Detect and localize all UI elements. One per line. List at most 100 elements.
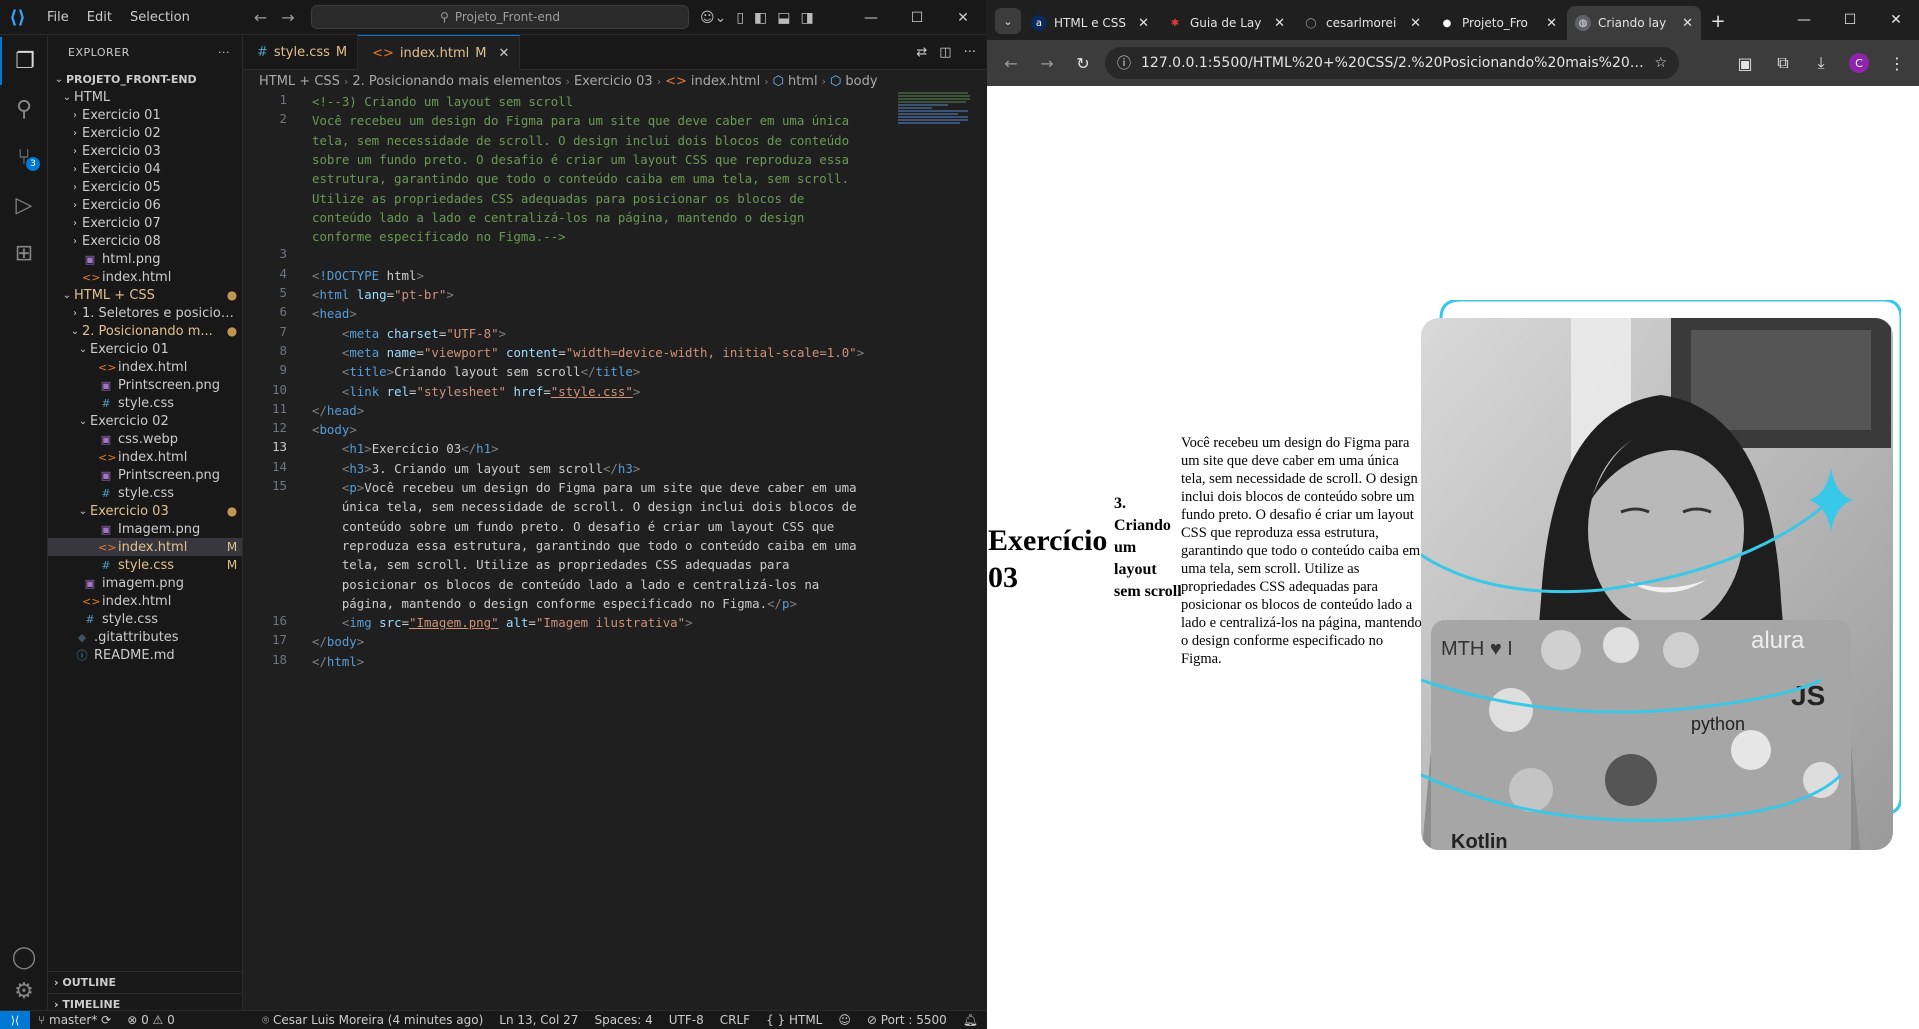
maximize-icon[interactable]: ☐	[1827, 0, 1873, 40]
tree-file[interactable]: ▣ html.png	[48, 250, 242, 268]
code-line[interactable]: Utilize as propriedades CSS adequadas pa…	[243, 189, 986, 208]
reload-icon[interactable]: ↻	[1065, 45, 1101, 81]
code-line[interactable]: 7 <meta charset="UTF-8">	[243, 324, 986, 343]
tree-folder[interactable]: › Exercicio 03	[48, 142, 242, 160]
tree-folder[interactable]: › Exercicio 05	[48, 178, 242, 196]
code-line[interactable]: 5 <html lang="pt-br">	[243, 285, 986, 304]
forward-arrow-icon[interactable]: →	[1029, 45, 1065, 81]
breadcrumb-item[interactable]: body	[845, 74, 877, 89]
tab-close-icon[interactable]: ✕	[1682, 16, 1693, 31]
code-line[interactable]: posicionar os blocos de conteúdo lado a …	[243, 575, 986, 594]
code-line[interactable]: 9 <title>Criando layout sem scroll</titl…	[243, 362, 986, 381]
tree-file[interactable]: # style.css	[48, 610, 242, 628]
browser-tab[interactable]: ◯ cesarlmorei ✕	[1295, 6, 1429, 40]
code-line[interactable]: conforme especificado no Figma.-->	[243, 227, 986, 246]
indentation[interactable]: Spaces: 4	[586, 1013, 660, 1027]
close-icon[interactable]: ✕	[940, 0, 986, 35]
tree-file[interactable]: # style.css	[48, 394, 242, 412]
cast-icon[interactable]: ▣	[1727, 45, 1763, 81]
tab-close-icon[interactable]: ✕	[1546, 16, 1557, 31]
encoding[interactable]: UTF-8	[661, 1013, 712, 1027]
site-info-icon[interactable]: ⓘ	[1117, 53, 1131, 73]
notifications-bell-icon[interactable]: 🔔︎	[955, 1013, 986, 1027]
tree-folder[interactable]: › Exercicio 02	[48, 124, 242, 142]
toggle-panel-icon[interactable]: ⬓	[777, 10, 790, 26]
tree-folder[interactable]: ⌄ Exercicio 03 ●	[48, 502, 242, 520]
tree-folder[interactable]: › Exercicio 06	[48, 196, 242, 214]
tree-file[interactable]: <> index.html	[48, 592, 242, 610]
code-line[interactable]: 6 <head>	[243, 304, 986, 323]
browser-tab[interactable]: ✱ Guia de Lay ✕	[1159, 6, 1293, 40]
git-blame-status[interactable]: ⌾ Cesar Luis Moreira (4 minutes ago)	[254, 1013, 491, 1028]
menu-selection[interactable]: Selection	[122, 6, 198, 29]
extensions-puzzle-icon[interactable]: ⧉	[1765, 45, 1801, 81]
tree-folder[interactable]: ⌄ PROJETO_FRONT-END	[48, 70, 242, 88]
toggle-secondary-sidebar-icon[interactable]: ◨	[801, 10, 814, 26]
copilot-icon[interactable]: ☺⌄	[700, 10, 726, 26]
tree-folder[interactable]: ⌄ HTML + CSS ●	[48, 286, 242, 304]
outline-section[interactable]: › OUTLINE	[48, 971, 242, 993]
language-mode[interactable]: { } HTML	[758, 1013, 830, 1027]
tree-folder[interactable]: ⌄ Exercicio 02	[48, 412, 242, 430]
code-line[interactable]: 15 <p>Você recebeu um design do Figma pa…	[243, 478, 986, 497]
breadcrumb-item[interactable]: Exercicio 03	[574, 74, 653, 89]
code-line[interactable]: 11 </head>	[243, 401, 986, 420]
chrome-menu-icon[interactable]: ⋮	[1879, 45, 1915, 81]
tree-folder[interactable]: ⌄ HTML	[48, 88, 242, 106]
tab-close-icon[interactable]: ✕	[498, 46, 509, 61]
remote-indicator-icon[interactable]: ⟩⟨	[0, 1010, 30, 1029]
tree-folder[interactable]: › Exercicio 08	[48, 232, 242, 250]
browser-tab[interactable]: a HTML e CSS ✕	[1023, 6, 1157, 40]
run-debug-icon[interactable]: ▷	[0, 181, 48, 229]
split-editor-icon[interactable]: ◫	[939, 45, 951, 60]
tab-close-icon[interactable]: ✕	[1274, 16, 1285, 31]
more-actions-icon[interactable]: ···	[964, 45, 976, 60]
code-line[interactable]: 3	[243, 246, 986, 265]
tree-file[interactable]: ▣ Imagem.png	[48, 520, 242, 538]
source-control-icon[interactable]: ⑂ 3	[0, 133, 48, 181]
code-line[interactable]: 8 <meta name="viewport" content="width=d…	[243, 343, 986, 362]
tree-file[interactable]: ◆ .gitattributes	[48, 628, 242, 646]
problems-status[interactable]: ⊗ 0 ⚠ 0	[119, 1013, 183, 1027]
browser-tab[interactable]: ● Projeto_Fro ✕	[1431, 6, 1565, 40]
open-changes-icon[interactable]: ⇄	[916, 45, 927, 60]
tree-folder[interactable]: ⌄ Exercicio 01	[48, 340, 242, 358]
back-arrow-icon[interactable]: ←	[254, 8, 267, 27]
code-line[interactable]: sobre um fundo preto. O desafio é criar …	[243, 150, 986, 169]
tree-file[interactable]: ▣ css.webp	[48, 430, 242, 448]
command-center-search[interactable]: ⚲ Projeto_Front-end	[311, 5, 689, 29]
breadcrumb-item[interactable]: index.html	[691, 74, 760, 89]
code-line[interactable]: conteúdo lado a lado e centralizá-los na…	[243, 208, 986, 227]
live-server-status[interactable]: ⊘ Port : 5500	[859, 1013, 955, 1027]
profile-avatar[interactable]: C	[1841, 45, 1877, 81]
code-line[interactable]: conteúdo sobre um fundo preto. O desafio…	[243, 517, 986, 536]
tab-close-icon[interactable]: ✕	[1138, 16, 1149, 31]
menu-edit[interactable]: Edit	[79, 6, 120, 29]
minimap[interactable]	[898, 92, 972, 152]
tab-index-html[interactable]: <> index.html M ✕	[358, 35, 521, 70]
tab-style-css[interactable]: # style.css M	[243, 35, 359, 70]
code-line[interactable]: 10 <link rel="stylesheet" href="style.cs…	[243, 382, 986, 401]
code-line[interactable]: 14 <h3>3. Criando um layout sem scroll</…	[243, 459, 986, 478]
forward-arrow-icon[interactable]: →	[281, 8, 294, 27]
close-icon[interactable]: ✕	[1873, 0, 1919, 40]
tab-search-chevron-icon[interactable]: ⌄	[995, 8, 1021, 34]
browser-tab[interactable]: ◍ Criando lay ✕	[1567, 6, 1701, 40]
tree-file[interactable]: <> index.html	[48, 358, 242, 376]
bookmark-star-icon[interactable]: ☆	[1654, 55, 1667, 71]
minimize-icon[interactable]: —	[848, 0, 894, 35]
tab-close-icon[interactable]: ✕	[1410, 16, 1421, 31]
tree-folder[interactable]: ⌄ 2. Posicionando m... ●	[48, 322, 242, 340]
back-arrow-icon[interactable]: ←	[993, 45, 1029, 81]
code-line[interactable]: 18 </html>	[243, 652, 986, 671]
end-of-line[interactable]: CRLF	[712, 1013, 758, 1027]
tree-file[interactable]: ▣ imagem.png	[48, 574, 242, 592]
code-line[interactable]: tela, sem scroll. Utilize as propriedade…	[243, 555, 986, 574]
code-line[interactable]: estrutura, garantindo que todo o conteúd…	[243, 169, 986, 188]
code-line[interactable]: 17 </body>	[243, 632, 986, 651]
breadcrumb-item[interactable]: html	[788, 74, 818, 89]
tree-file[interactable]: <> index.html	[48, 268, 242, 286]
extensions-icon[interactable]: ⊞	[0, 229, 48, 277]
code-line[interactable]: 16 <img src="Imagem.png" alt="Imagem ilu…	[243, 613, 986, 632]
tree-file[interactable]: # style.css M	[48, 556, 242, 574]
